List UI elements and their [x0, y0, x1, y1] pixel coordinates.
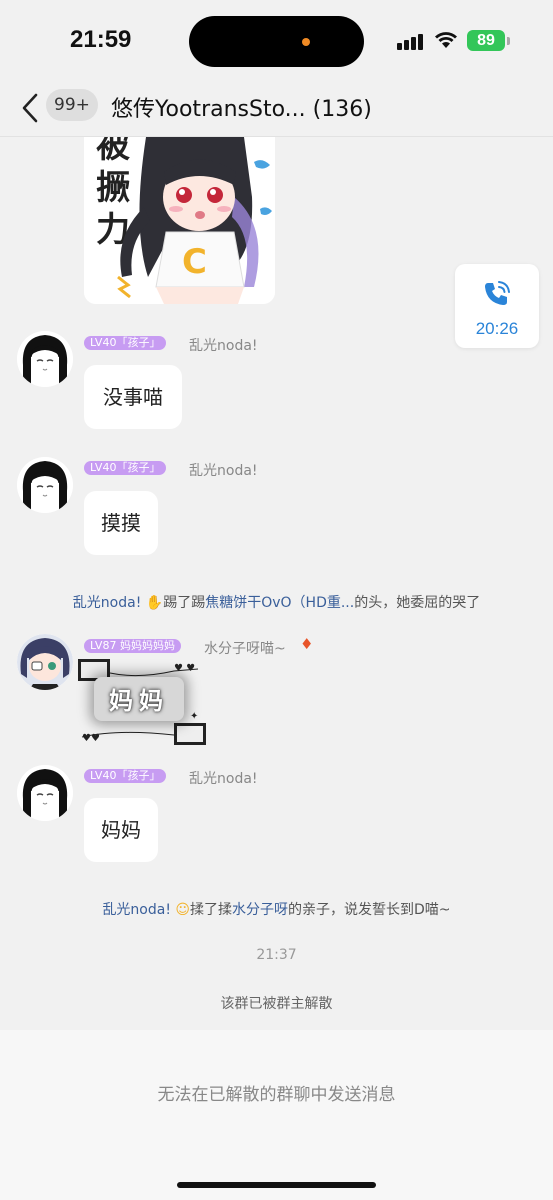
sender-name[interactable]: 乱光noda!	[189, 460, 258, 480]
unread-count-badge[interactable]: 99+	[46, 89, 98, 121]
status-time: 21:59	[70, 26, 132, 53]
level-badge: LV40「孩子」	[84, 336, 167, 350]
avatar-image	[17, 457, 73, 513]
svg-text:被: 被	[96, 137, 130, 166]
chat-title[interactable]: 悠传YootransSto... (136)	[111, 91, 372, 123]
voice-call-card[interactable]: 20:26	[455, 264, 539, 348]
call-duration: 20:26	[475, 319, 519, 338]
status-bar: 21:59 89	[0, 0, 553, 80]
input-disabled-footer: 无法在已解散的群聊中发送消息	[0, 1030, 553, 1200]
phone-icon	[485, 281, 510, 305]
system-target-name[interactable]: 水分子呀	[232, 902, 288, 918]
fire-icon: ♦	[300, 635, 314, 653]
pat-emoji-icon: ☺	[175, 902, 191, 918]
level-badge: LV87 妈妈妈妈妈	[84, 639, 181, 653]
message-bubble[interactable]: 妈妈	[84, 798, 158, 862]
avatar[interactable]	[17, 331, 73, 387]
avatar[interactable]	[17, 457, 73, 513]
avatar[interactable]	[17, 765, 73, 821]
svg-text:♥ ♥: ♥ ♥	[174, 663, 195, 674]
group-dissolved-notice: 该群已被群主解散	[220, 996, 333, 1012]
message-text: 妈妈	[109, 687, 169, 715]
poke-icon: ✋	[145, 595, 164, 611]
battery-cap	[507, 37, 510, 45]
level-badge: LV40「孩子」	[84, 769, 167, 783]
avatar-image	[17, 634, 73, 690]
privacy-indicator-icon	[302, 38, 310, 46]
decorated-bubble-frame: ♥ ♥ ♥♥ ✦ 妈妈	[78, 659, 206, 747]
avatar-image	[17, 331, 73, 387]
system-actor-name[interactable]: 乱光noda!	[73, 595, 142, 611]
message-list[interactable]: 被 撅 力 C 20:26 LV40「孩子」 乱光noda! 没事喵 LV40「…	[0, 137, 553, 1030]
message-bubble[interactable]: 摸摸	[84, 491, 158, 555]
message-bubble[interactable]: 没事喵	[84, 365, 182, 429]
cellular-signal-icon	[397, 34, 423, 50]
dynamic-island	[189, 16, 364, 67]
cannot-send-notice: 无法在已解散的群聊中发送消息	[157, 1085, 396, 1105]
system-target-name[interactable]: 焦糖饼干OvO（HD重...	[205, 595, 354, 611]
sender-name[interactable]: 乱光noda!	[189, 768, 258, 788]
svg-text:C: C	[182, 242, 207, 282]
sender-name[interactable]: 乱光noda!	[189, 335, 258, 355]
anime-girl-sticker-art: 被 撅 力 C	[84, 137, 275, 304]
avatar-image	[17, 765, 73, 821]
system-message-poke: 乱光noda! ✋踢了踢焦糖饼干OvO（HD重...的头，她委屈的哭了	[72, 595, 481, 611]
svg-text:♥♥: ♥♥	[82, 733, 100, 744]
wifi-icon	[435, 32, 457, 48]
svg-text:✦: ✦	[190, 711, 198, 722]
level-badge: LV40「孩子」	[84, 461, 167, 475]
system-actor-name[interactable]: 乱光noda!	[102, 902, 171, 918]
timestamp: 21:37	[256, 947, 297, 963]
back-chevron-icon[interactable]	[16, 90, 46, 126]
svg-text:撅: 撅	[96, 168, 130, 208]
system-message-pat: 乱光noda! ☺揉了揉水分子呀的亲子，说发誓长到D喵~	[102, 902, 451, 918]
battery-icon: 89	[467, 30, 505, 51]
home-indicator[interactable]	[177, 1182, 376, 1188]
sender-name[interactable]: 水分子呀喵~	[204, 638, 286, 658]
avatar[interactable]	[17, 634, 73, 690]
sticker-image[interactable]: 被 撅 力 C	[84, 137, 275, 304]
